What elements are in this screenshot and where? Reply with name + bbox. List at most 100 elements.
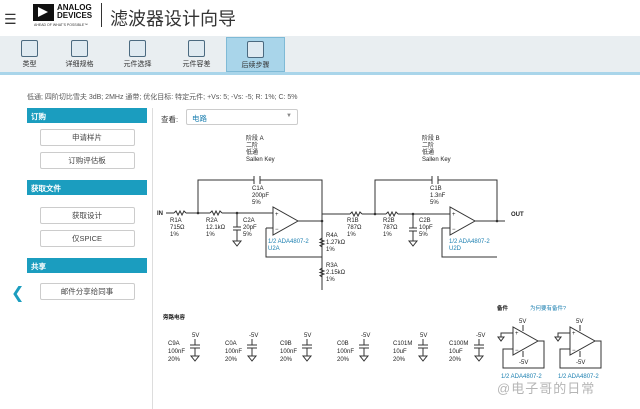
- capacitor-c2b: [409, 227, 417, 232]
- ground-icon: [231, 240, 419, 247]
- c1a-name: C1A: [252, 186, 264, 192]
- cap-rail: -5V: [249, 333, 258, 339]
- stage-b-label: 阶段 B 二阶 低通 Sallen Key: [422, 134, 451, 163]
- r2b-name: R2B: [383, 218, 395, 224]
- cap-rail: 5V: [192, 333, 199, 339]
- cap-value: 100nF: [280, 349, 297, 355]
- c2a-value: 20pF: [243, 225, 257, 231]
- cap-value: 100nF: [337, 349, 354, 355]
- r1b-value: 787Ω: [347, 225, 362, 231]
- c2b-name: C2B: [419, 218, 431, 224]
- circuit-schematic: + − + − IN OUT 阶段 A 二阶 低通 Sallen Key 阶段 B …: [157, 134, 602, 380]
- c1b-tol: 5%: [430, 200, 439, 206]
- pos-rail: 5V: [576, 319, 583, 325]
- cap-tolerance: 20%: [168, 357, 181, 363]
- capacitor-c1a: [253, 176, 261, 184]
- watermark: @电子哥的日常: [497, 381, 596, 396]
- output-label: OUT: [511, 212, 524, 218]
- resistor-r1b: [349, 210, 363, 218]
- capacitor-c1b: [431, 176, 439, 184]
- c1b-value: 1.3nF: [430, 193, 446, 199]
- cap-value: 100nF: [168, 349, 185, 355]
- c1a-value: 200pF: [252, 193, 269, 199]
- cap-tolerance: 20%: [337, 357, 350, 363]
- stage-b-order: 二阶: [422, 141, 434, 149]
- cap-tolerance: 20%: [449, 357, 462, 363]
- minus-sign: −: [275, 227, 279, 233]
- resistor-r2b: [385, 210, 399, 218]
- minus-sign: −: [515, 348, 519, 354]
- capacitor-symbol: [301, 339, 313, 362]
- cap-name: C9B: [280, 341, 292, 347]
- stage-a-type: 低通: [246, 148, 258, 156]
- minus-sign: −: [572, 348, 576, 354]
- bypass-title: 旁路电容: [162, 313, 186, 321]
- bypass-cap: C9B 100nF 20% 5V: [280, 333, 313, 363]
- pos-rail: 5V: [519, 319, 526, 325]
- plus-sign: +: [572, 331, 576, 337]
- neg-rail: -5V: [519, 360, 528, 366]
- spare-opamps: +−5V-5V1/2 ADA4807-2+−5V-5V1/2 ADA4807-2: [497, 319, 602, 380]
- c2b-tol: 5%: [419, 232, 428, 238]
- stage-a-label: 阶段 A 二阶 低通 Sallen Key: [246, 134, 275, 163]
- stage-a-title: 阶段 A: [246, 134, 264, 142]
- c2a-tol: 5%: [243, 232, 252, 238]
- stage-a-order: 二阶: [246, 141, 258, 149]
- bypass-cap: C100M 10uF 20% -5V: [449, 333, 485, 363]
- r1a-tol: 1%: [170, 232, 179, 238]
- cap-tolerance: 20%: [393, 357, 406, 363]
- plus-sign: +: [275, 212, 279, 218]
- why-spares-link[interactable]: 为何要有备件?: [530, 304, 566, 312]
- cap-tolerance: 20%: [280, 357, 293, 363]
- r2a-value: 12.1kΩ: [206, 225, 226, 231]
- c2b-value: 10pF: [419, 225, 433, 231]
- plus-sign: +: [515, 331, 519, 337]
- cap-name: C0B: [337, 341, 349, 347]
- u2a-part: 1/2 ADA4807-2: [268, 239, 309, 245]
- u2b-ref: U2D: [449, 246, 462, 252]
- c1b-name: C1B: [430, 186, 442, 192]
- stage-b-type: 低通: [422, 148, 434, 156]
- cap-tolerance: 20%: [225, 357, 238, 363]
- plus-sign: +: [452, 212, 456, 218]
- cap-name: C0A: [225, 341, 237, 347]
- cap-rail: -5V: [476, 333, 485, 339]
- cap-name: C101M: [393, 341, 412, 347]
- r4a-value: 1.27kΩ: [326, 240, 346, 246]
- spare-opamp: +−5V-5V1/2 ADA4807-2: [497, 319, 545, 380]
- stage-b-title: 阶段 B: [422, 134, 440, 142]
- capacitor-symbol: [473, 339, 485, 362]
- r1b-tol: 1%: [347, 232, 356, 238]
- r4a-name: R4A: [326, 233, 338, 239]
- r2a-name: R2A: [206, 218, 218, 224]
- r3a-tol: 1%: [326, 277, 335, 283]
- input-label: IN: [157, 211, 163, 217]
- neg-rail: -5V: [576, 360, 585, 366]
- u2a-ref: U2A: [268, 246, 280, 252]
- r1a-name: R1A: [170, 218, 182, 224]
- r3a-name: R3A: [326, 263, 338, 269]
- cap-rail: 5V: [304, 333, 311, 339]
- r1a-value: 715Ω: [170, 225, 185, 231]
- bypass-capacitors: C9A 100nF 20% 5V C0A 100nF 20% -5V C9B 100nF 20% 5V…: [168, 333, 485, 363]
- r3a-value: 2.15kΩ: [326, 270, 346, 276]
- cap-name: C9A: [168, 341, 180, 347]
- minus-sign: −: [452, 227, 456, 233]
- c1a-tol: 5%: [252, 200, 261, 206]
- r2a-tol: 1%: [206, 232, 215, 238]
- cap-value: 10uF: [393, 349, 407, 355]
- capacitor-symbol: [358, 339, 370, 362]
- bypass-cap: C9A 100nF 20% 5V: [168, 333, 201, 363]
- spare-opamp: +−5V-5V1/2 ADA4807-2: [554, 319, 602, 380]
- u2b-part: 1/2 ADA4807-2: [449, 239, 490, 245]
- cap-value: 100nF: [225, 349, 242, 355]
- capacitor-symbol: [189, 339, 201, 362]
- r2b-tol: 1%: [383, 232, 392, 238]
- r2b-value: 787Ω: [383, 225, 398, 231]
- spares-title: 备件: [496, 304, 509, 312]
- stage-b-topology: Sallen Key: [422, 157, 451, 163]
- cap-name: C100M: [449, 341, 468, 347]
- cap-rail: 5V: [420, 333, 427, 339]
- bypass-cap: C0B 100nF 20% -5V: [337, 333, 370, 363]
- stage-a-topology: Sallen Key: [246, 157, 275, 163]
